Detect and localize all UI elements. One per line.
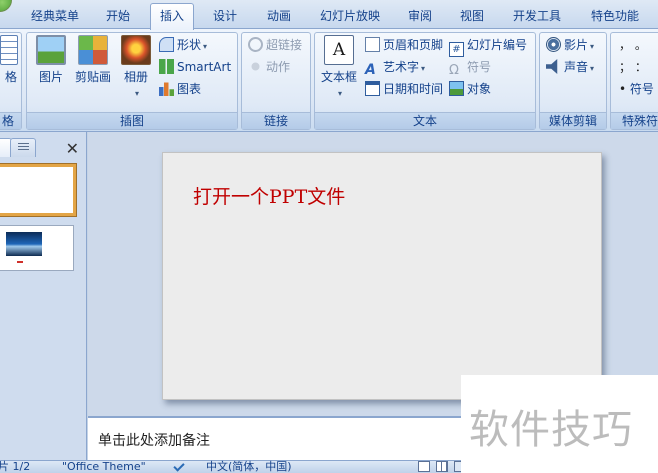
chart-button[interactable]: 图表 <box>159 80 201 99</box>
office-button-icon[interactable] <box>0 0 12 12</box>
object-button[interactable]: 对象 <box>449 80 491 99</box>
group-special-symbols: ， 。 ； ： • 符号 特殊符 <box>610 32 658 130</box>
ribbon-tab-bar: 经典菜单 开始 插入 设计 动画 幻灯片放映 审阅 视图 开发工具 特色功能 <box>0 0 658 30</box>
header-footer-icon <box>365 37 380 52</box>
action-button[interactable]: 动作 <box>248 58 290 77</box>
chevron-down-icon: ▾ <box>134 89 139 98</box>
group-label-illustrations: 插图 <box>27 112 237 129</box>
smartart-icon <box>159 59 174 74</box>
shapes-button[interactable]: 形状 ▾ <box>159 36 207 55</box>
header-footer-button[interactable]: 页眉和页脚 <box>365 36 443 55</box>
slide-canvas[interactable]: 打开一个PPT文件 <box>162 152 602 400</box>
group-label-text: 文本 <box>315 112 535 129</box>
smartart-button[interactable]: SmartArt <box>159 58 231 77</box>
wordart-icon: A <box>365 62 376 78</box>
slide-thumbnail-1[interactable] <box>0 163 77 217</box>
pane-tabs: ✕ <box>0 136 87 158</box>
date-time-button[interactable]: 日期和时间 <box>365 80 443 99</box>
shapes-icon <box>159 37 174 52</box>
tab-view[interactable]: 视图 <box>450 6 494 28</box>
tab-special-features[interactable]: 特色功能 <box>580 6 650 28</box>
film-reel-icon <box>546 37 561 52</box>
chevron-down-icon: ▾ <box>590 42 595 51</box>
photo-album-button[interactable]: 相册 ▾ <box>119 35 153 99</box>
tab-outline[interactable] <box>10 138 36 157</box>
photo-album-icon <box>121 35 151 65</box>
tab-review[interactable]: 审阅 <box>398 6 442 28</box>
chevron-down-icon: ▾ <box>203 42 208 51</box>
group-media: 影片 ▾ 声音 ▾ 媒体剪辑 <box>539 32 607 130</box>
tab-classic-menu[interactable]: 经典菜单 <box>24 6 86 28</box>
wordart-button[interactable]: A 艺术字 ▾ <box>365 58 426 78</box>
notes-placeholder[interactable]: 单击此处添加备注 <box>98 430 210 450</box>
group-label-special-symbols: 特殊符 <box>611 112 658 129</box>
hyperlink-icon <box>248 37 263 52</box>
tab-design[interactable]: 设计 <box>202 6 248 28</box>
punctuation-row-1[interactable]: ， 。 <box>619 36 647 55</box>
symbol-button[interactable]: Ω 符号 <box>449 58 491 78</box>
slide-number-icon: # <box>449 42 464 57</box>
bullet-icon: • <box>619 82 627 96</box>
group-label-links: 链接 <box>242 112 310 129</box>
chart-icon <box>159 82 174 96</box>
textbox-button[interactable]: A 文本框 ▾ <box>319 35 359 99</box>
chevron-down-icon: ▾ <box>421 64 426 73</box>
tab-home[interactable]: 开始 <box>94 6 142 28</box>
tab-slideshow[interactable]: 幻灯片放映 <box>312 6 388 28</box>
hyperlink-button[interactable]: 超链接 <box>248 36 302 55</box>
clipart-button[interactable]: 剪贴画 <box>73 35 113 85</box>
group-illustrations: 图片 剪贴画 相册 ▾ 形状 ▾ SmartArt 图表 插图 <box>26 32 238 130</box>
punctuation-row-2[interactable]: ； ： <box>619 58 647 77</box>
chevron-down-icon: ▾ <box>590 64 595 73</box>
movie-button[interactable]: 影片 ▾ <box>546 36 594 55</box>
calendar-icon <box>365 81 380 96</box>
group-label-table: 格 <box>0 112 21 129</box>
slides-pane: ✕ <box>0 132 87 460</box>
theme-name: "Office Theme" <box>62 460 146 473</box>
language-indicator[interactable]: 中文(简体，中国) <box>206 461 292 473</box>
picture-icon <box>36 35 66 65</box>
special-symbol-button[interactable]: • 符号 <box>619 80 654 99</box>
slide-thumbnail-2[interactable] <box>0 225 74 271</box>
slide-counter: 片 1/2 <box>0 460 31 473</box>
spellcheck-icon[interactable] <box>172 460 186 472</box>
ribbon: 格 格 图片 剪贴画 相册 ▾ 形状 ▾ SmartArt 图表 插图 超链接 … <box>0 29 658 132</box>
watermark-text: 软件技巧 <box>469 407 633 453</box>
speaker-icon <box>546 59 558 74</box>
clipart-icon <box>78 35 108 65</box>
close-icon[interactable]: ✕ <box>66 139 79 158</box>
group-links: 超链接 动作 链接 <box>241 32 311 130</box>
object-icon <box>449 81 464 96</box>
watermark: 软件技巧 <box>461 375 658 473</box>
sound-button[interactable]: 声音 ▾ <box>546 58 594 77</box>
tab-insert[interactable]: 插入 <box>150 3 194 30</box>
tab-developer[interactable]: 开发工具 <box>504 6 570 28</box>
picture-button[interactable]: 图片 <box>33 35 69 85</box>
group-table: 格 格 <box>0 32 22 130</box>
group-label-media: 媒体剪辑 <box>540 112 606 129</box>
normal-view-icon[interactable] <box>418 461 430 472</box>
omega-icon: Ω <box>449 63 459 78</box>
slide-sorter-icon[interactable] <box>436 461 448 472</box>
slide-number-button[interactable]: # 幻灯片编号 <box>449 36 527 57</box>
slide-title[interactable]: 打开一个PPT文件 <box>193 182 345 209</box>
action-icon <box>248 59 263 74</box>
chevron-down-icon: ▾ <box>337 89 342 98</box>
tab-animations[interactable]: 动画 <box>256 6 302 28</box>
outline-icon <box>18 143 29 151</box>
table-icon <box>0 35 18 65</box>
group-text: A 文本框 ▾ 页眉和页脚 A 艺术字 ▾ 日期和时间 # 幻灯片编号 Ω 符号 对象 … <box>314 32 536 130</box>
table-button[interactable]: 格 <box>0 35 21 85</box>
textbox-icon: A <box>324 35 354 65</box>
thumbnail-caption-mark <box>17 261 23 263</box>
thumbnail-picture <box>6 232 42 256</box>
slide-editing-area: 打开一个PPT文件 <box>88 132 658 416</box>
